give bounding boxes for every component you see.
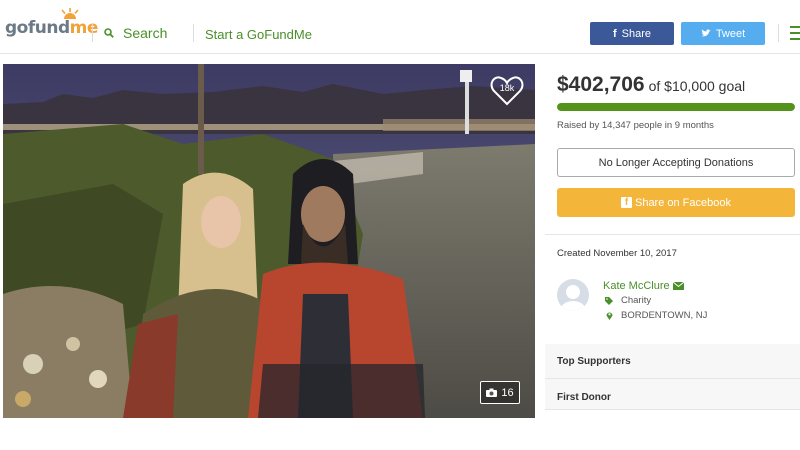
gofundme-logo[interactable]: gofund me xyxy=(5,8,99,38)
user-icon xyxy=(560,285,586,311)
map-pin-icon xyxy=(604,311,614,320)
progress-bar xyxy=(557,103,795,111)
camera-icon xyxy=(486,388,498,397)
category-label: Charity xyxy=(621,295,652,306)
logo-text-gofund: gofund xyxy=(5,18,70,38)
photo-count: 16 xyxy=(501,386,514,399)
hamburger-menu-icon[interactable] xyxy=(790,26,800,40)
envelope-icon[interactable] xyxy=(672,282,684,290)
likes-count: 18k xyxy=(499,83,515,93)
header-divider xyxy=(92,24,93,42)
organizer-location: BORDENTOWN, NJ xyxy=(604,310,707,321)
raised-amount: $402,706 xyxy=(557,73,645,96)
organizer-category: Charity xyxy=(604,295,651,306)
share-on-facebook-button[interactable]: f Share on Facebook xyxy=(557,188,795,217)
logo-sun-icon xyxy=(61,8,79,19)
facebook-icon: f xyxy=(612,27,617,40)
share-on-facebook-label: Share on Facebook xyxy=(634,196,731,209)
tweet-button[interactable]: Tweet xyxy=(681,22,765,45)
header-bar: gofund me Search Start a GoFundMe f Share… xyxy=(0,0,800,54)
divider xyxy=(545,409,800,410)
location-label: BORDENTOWN, NJ xyxy=(621,310,708,321)
start-gofundme-link[interactable]: Start a GoFundMe xyxy=(205,27,312,42)
first-donor-title: First Donor xyxy=(557,392,611,403)
created-date: Created November 10, 2017 xyxy=(557,248,677,259)
logo-text-me: me xyxy=(69,18,99,38)
organizer-name: Kate McClure xyxy=(603,280,670,292)
progress-bar-fill xyxy=(557,103,795,111)
tweet-label: Tweet xyxy=(715,27,746,40)
organizer-name-link[interactable]: Kate McClure xyxy=(603,280,684,292)
campaign-photo[interactable] xyxy=(3,64,535,418)
raised-by-text: Raised by 14,347 people in 9 months xyxy=(557,120,714,131)
top-supporters-title: Top Supporters xyxy=(557,356,631,367)
search-button[interactable]: Search xyxy=(104,25,167,41)
header-divider xyxy=(193,24,194,42)
divider xyxy=(545,234,800,235)
amount-raised: $402,706 of $10,000 goal xyxy=(557,73,745,97)
search-icon xyxy=(104,28,114,38)
twitter-icon xyxy=(700,29,711,37)
goal-text: of $10,000 goal xyxy=(648,78,746,94)
tag-icon xyxy=(604,296,614,305)
facebook-icon: f xyxy=(620,197,632,208)
header-divider xyxy=(778,24,779,42)
campaign-photo-image xyxy=(3,64,535,418)
photo-gallery-button[interactable]: 16 xyxy=(480,381,520,404)
organizer-avatar[interactable] xyxy=(557,279,589,311)
search-label: Search xyxy=(123,25,168,41)
facebook-share-button[interactable]: f Share xyxy=(590,22,674,45)
share-label: Share xyxy=(621,27,652,40)
no-longer-accepting-button[interactable]: No Longer Accepting Donations xyxy=(557,148,795,177)
